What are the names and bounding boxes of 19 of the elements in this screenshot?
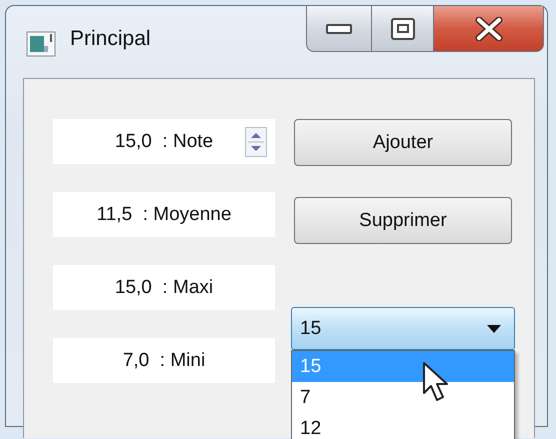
dropdown-option[interactable]: 7 bbox=[292, 382, 514, 413]
minimize-button[interactable] bbox=[306, 6, 372, 52]
number-field[interactable]: 7,0 : Mini bbox=[53, 338, 275, 383]
minimize-icon bbox=[326, 22, 352, 34]
number-field[interactable]: 11,5 : Moyenne bbox=[53, 192, 275, 237]
number-field[interactable]: 15,0 : Note bbox=[53, 119, 275, 164]
window-title: Principal bbox=[70, 27, 151, 51]
window-icon bbox=[26, 30, 56, 58]
spin-button[interactable] bbox=[245, 127, 267, 157]
maximize-button[interactable] bbox=[372, 6, 434, 52]
push-button[interactable]: Ajouter bbox=[294, 119, 512, 166]
dropdown-option[interactable]: 12 bbox=[292, 413, 514, 439]
close-button[interactable] bbox=[434, 6, 544, 52]
maximize-icon bbox=[390, 18, 414, 40]
close-icon bbox=[474, 16, 504, 40]
number-field[interactable]: 15,0 : Maxi bbox=[53, 265, 275, 310]
push-button[interactable]: Supprimer bbox=[294, 197, 512, 244]
combo-box[interactable]: 15 bbox=[291, 307, 515, 350]
dropdown-arrow-icon bbox=[486, 324, 502, 334]
